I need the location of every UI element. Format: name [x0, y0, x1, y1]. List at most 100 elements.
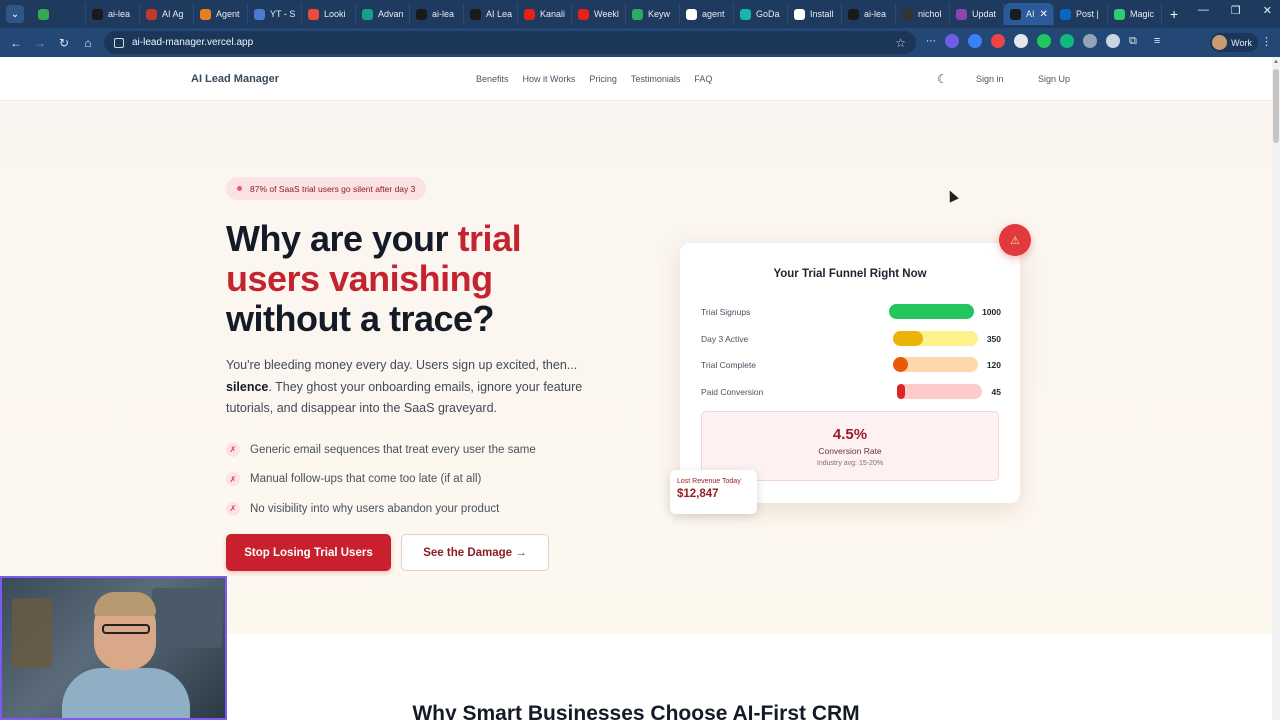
- tab-label: Magic: [1130, 9, 1155, 19]
- extensions-menu-icon[interactable]: ⋯: [926, 36, 936, 47]
- reading-list-icon[interactable]: ≡: [1154, 35, 1160, 47]
- nav-link-benefits[interactable]: Benefits: [476, 74, 509, 84]
- main-nav: Benefits How it Works Pricing Testimonials F…: [476, 74, 712, 84]
- tab-label: agent: [702, 9, 725, 19]
- industry-average: Industry avg: 15-20%: [816, 460, 884, 467]
- back-icon[interactable]: ←: [4, 36, 28, 50]
- hero-description: You're bleeding money every day. Users s…: [226, 355, 626, 420]
- pain-points-list: ✗ Generic email sequences that treat ever…: [226, 435, 536, 524]
- funnel-row-label: Trial Signups: [701, 307, 751, 317]
- browser-tab[interactable]: Kanali: [518, 3, 572, 25]
- scroll-up-icon[interactable]: ▲: [1273, 59, 1279, 65]
- tab-favicon-icon: [146, 8, 157, 20]
- browser-tab[interactable]: AI Lea: [464, 3, 518, 25]
- tab-favicon-icon: [1060, 8, 1071, 20]
- funnel-row-label: Day 3 Active: [701, 333, 749, 344]
- browser-tab[interactable]: YT - S: [248, 3, 302, 25]
- profile-button[interactable]: Work: [1210, 33, 1258, 52]
- browser-tab[interactable]: Updat: [950, 3, 1004, 25]
- browser-menu-icon[interactable]: ⋮: [1261, 35, 1272, 48]
- bookmark-star-icon[interactable]: ☆: [895, 36, 906, 50]
- browser-tab[interactable]: Advan: [356, 3, 410, 25]
- extension-icon[interactable]: [1106, 34, 1120, 48]
- background-shelf: [152, 588, 222, 648]
- tab-label: Looki: [324, 9, 346, 19]
- browser-tab[interactable]: ai-lea: [842, 3, 896, 25]
- nav-link-how-it-works[interactable]: How it Works: [523, 74, 576, 84]
- tab-search-button[interactable]: ⌄: [6, 5, 24, 23]
- nav-link-pricing[interactable]: Pricing: [589, 74, 617, 84]
- theme-toggle-icon[interactable]: ☾: [937, 72, 948, 86]
- extensions-row: ⋯ ⧉ ≡: [926, 34, 1160, 48]
- browser-tab[interactable]: ai-lea: [86, 3, 140, 25]
- tab-close-icon[interactable]: ✕: [1040, 9, 1048, 20]
- browser-tab[interactable]: [32, 3, 86, 25]
- forward-icon[interactable]: →: [28, 36, 52, 50]
- tab-favicon-icon: [416, 8, 427, 20]
- tab-label: ai-lea: [432, 9, 455, 19]
- browser-tab[interactable]: Post |: [1054, 3, 1108, 25]
- brand-logo[interactable]: AI Lead Manager: [191, 73, 279, 85]
- funnel-bar-fill: [893, 330, 923, 346]
- x-mark-icon: ✗: [226, 501, 240, 516]
- extension-icon[interactable]: [968, 34, 982, 48]
- site-info-icon[interactable]: [114, 37, 124, 48]
- browser-tab[interactable]: AI Ag: [140, 3, 194, 25]
- window-controls: — ❐ ✕: [1198, 4, 1272, 17]
- extension-icon[interactable]: [1060, 34, 1074, 48]
- browser-tab[interactable]: nichol: [896, 3, 950, 25]
- new-tab-button[interactable]: +: [1170, 6, 1178, 22]
- browser-tab[interactable]: Agent: [194, 3, 248, 25]
- scrollbar-thumb[interactable]: [1273, 69, 1279, 143]
- tab-label: Kanali: [540, 9, 566, 19]
- browser-tab-strip: ⌄ ai-lea AI Ag Agent YT - S Looki Advan ai-lea…: [0, 0, 1280, 28]
- nav-link-testimonials[interactable]: Testimonials: [631, 74, 681, 84]
- extension-icon[interactable]: [1037, 34, 1051, 48]
- page-scrollbar[interactable]: ▲: [1272, 57, 1280, 720]
- browser-tab[interactable]: Weekl: [572, 3, 626, 25]
- browser-tab[interactable]: ai-lea: [410, 3, 464, 25]
- tab-label: Advan: [378, 9, 404, 19]
- browser-tab[interactable]: Looki: [302, 3, 356, 25]
- restore-icon[interactable]: ❐: [1231, 4, 1241, 17]
- sign-in-link[interactable]: Sign in: [976, 74, 1004, 84]
- background-lamp: [12, 598, 52, 668]
- lost-revenue-card: Lost Revenue Today $12,847: [670, 470, 757, 514]
- headline-part1: Why are your: [226, 218, 458, 259]
- browser-tab[interactable]: GoDa: [734, 3, 788, 25]
- browser-tab[interactable]: agent: [680, 3, 734, 25]
- tab-label: AI Ag: [162, 9, 184, 19]
- address-bar[interactable]: ai-lead-manager.vercel.app ☆: [104, 31, 916, 54]
- browser-tab[interactable]: Keyw: [626, 3, 680, 25]
- nav-link-faq[interactable]: FAQ: [694, 74, 712, 84]
- browser-tab[interactable]: Install: [788, 3, 842, 25]
- reload-icon[interactable]: ↻: [52, 36, 76, 50]
- tab-favicon-icon: [1114, 8, 1125, 20]
- extension-icon[interactable]: [991, 34, 1005, 48]
- browser-tab[interactable]: Magic: [1108, 3, 1162, 25]
- tab-label: Agent: [216, 9, 240, 19]
- funnel-bar-fill: [889, 304, 974, 319]
- minimize-icon[interactable]: —: [1198, 4, 1209, 17]
- extension-icon[interactable]: [1083, 34, 1097, 48]
- tab-favicon-icon: [254, 8, 265, 20]
- tab-favicon-icon: [308, 8, 319, 20]
- funnel-row-value: 350: [986, 333, 1001, 344]
- funnel-row-value: 45: [991, 387, 1001, 398]
- see-damage-button[interactable]: See the Damage →: [401, 534, 549, 571]
- tab-favicon-icon: [200, 8, 211, 20]
- extension-icon[interactable]: [945, 34, 959, 48]
- stop-losing-users-button[interactable]: Stop Losing Trial Users: [226, 534, 391, 571]
- home-icon[interactable]: ⌂: [76, 36, 100, 50]
- sign-up-link[interactable]: Sign Up: [1038, 74, 1070, 84]
- browser-tab[interactable]: AI ✕: [1004, 3, 1054, 25]
- tab-favicon-icon: [794, 8, 805, 20]
- headline-part2: without a trace?: [226, 298, 495, 339]
- tab-favicon-icon: [578, 8, 589, 20]
- close-window-icon[interactable]: ✕: [1263, 4, 1272, 17]
- puzzle-icon[interactable]: ⧉: [1129, 35, 1137, 48]
- tab-label: Updat: [972, 9, 997, 19]
- extension-icon[interactable]: [1014, 34, 1028, 48]
- tab-favicon-icon: [524, 8, 535, 20]
- tab-label: AI Lea: [486, 9, 513, 19]
